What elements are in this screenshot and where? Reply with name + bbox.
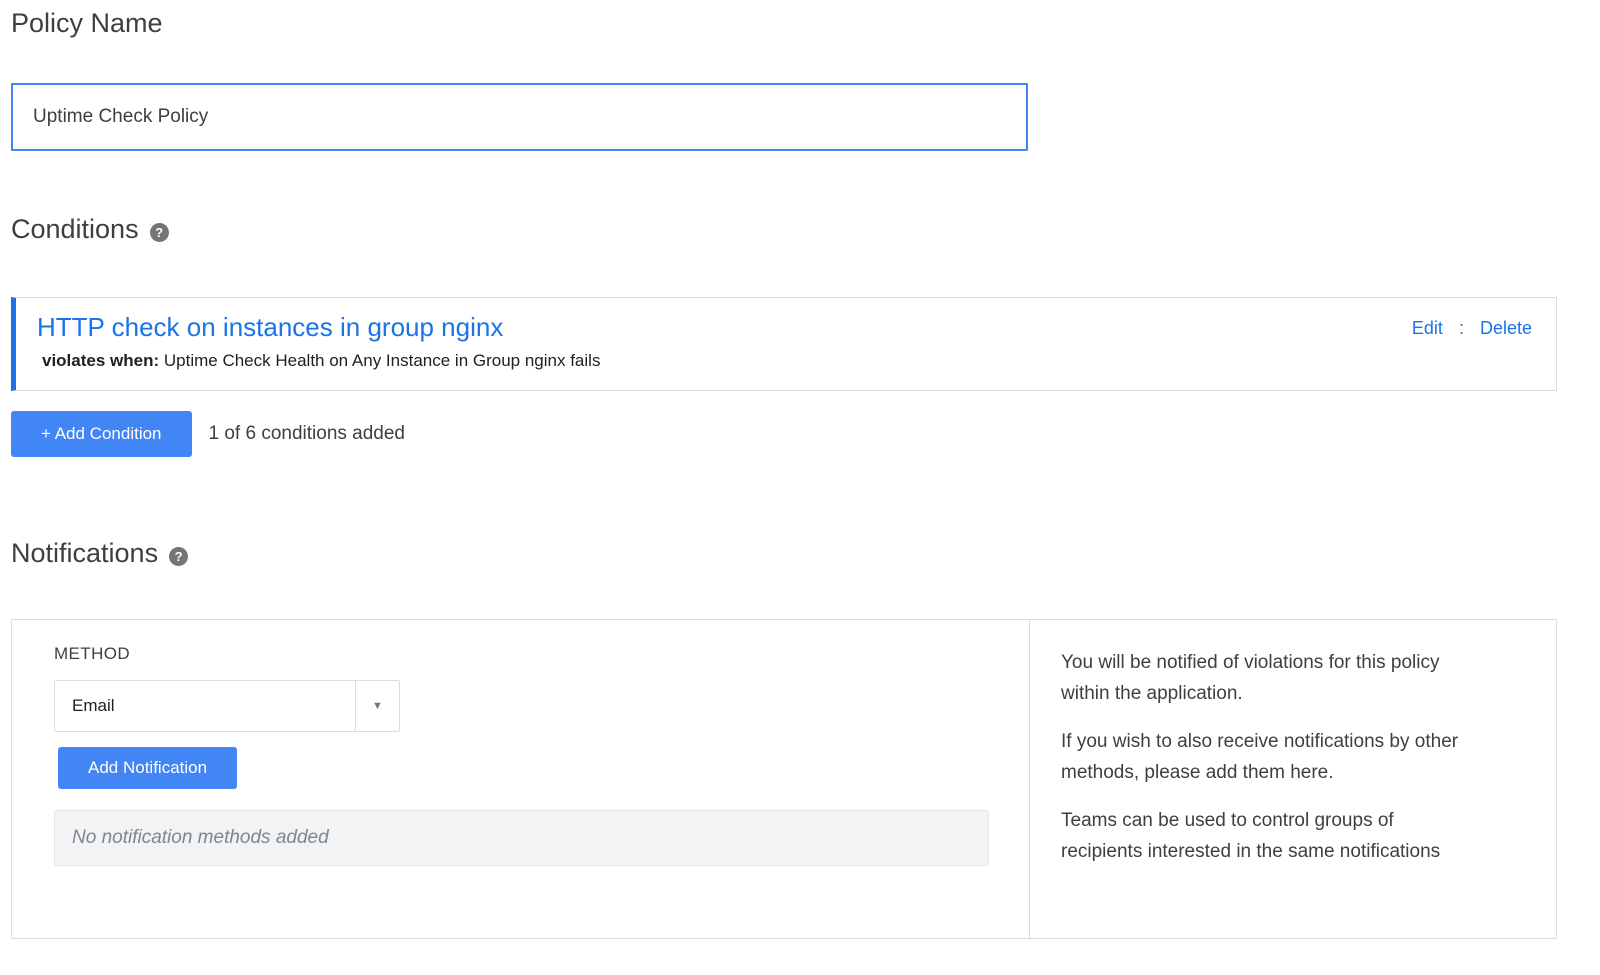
conditions-count: 1 of 6 conditions added (209, 423, 406, 445)
condition-title: HTTP check on instances in group nginx (37, 311, 600, 343)
info-paragraph: You will be notified of violations for t… (1061, 647, 1476, 709)
violates-when-label: violates when: (42, 351, 159, 370)
notifications-help-icon[interactable]: ? (169, 547, 188, 566)
method-select[interactable]: Email ▼ (54, 680, 400, 732)
notifications-panel-left: METHOD Email ▼ Add Notification No notif… (12, 620, 1029, 938)
delete-condition-link[interactable]: Delete (1480, 318, 1532, 338)
condition-card: HTTP check on instances in group nginx v… (11, 297, 1557, 391)
condition-card-main: HTTP check on instances in group nginx v… (16, 298, 600, 390)
policy-name-label-text: Policy Name (11, 8, 163, 39)
violates-when-text: Uptime Check Health on Any Instance in G… (164, 351, 601, 370)
add-condition-row: + Add Condition 1 of 6 conditions added (11, 411, 405, 457)
add-condition-button[interactable]: + Add Condition (11, 411, 192, 457)
edit-condition-link[interactable]: Edit (1412, 318, 1443, 338)
chevron-down-icon: ▼ (356, 681, 399, 731)
empty-notification-methods-box: No notification methods added (54, 810, 989, 866)
policy-name-input[interactable] (11, 83, 1028, 151)
method-label: METHOD (54, 644, 1029, 664)
notifications-heading: Notifications ? (11, 538, 188, 569)
method-select-value: Email (55, 681, 355, 731)
add-notification-button[interactable]: Add Notification (58, 747, 237, 789)
policy-name-label: Policy Name (11, 8, 163, 39)
info-paragraph: Teams can be used to control groups of r… (1061, 805, 1476, 867)
conditions-heading-text: Conditions (11, 214, 139, 245)
notifications-panel: METHOD Email ▼ Add Notification No notif… (11, 619, 1557, 939)
notifications-heading-text: Notifications (11, 538, 158, 569)
notifications-info: You will be notified of violations for t… (1029, 620, 1556, 938)
alerting-policy-page: Policy Name Conditions ? HTTP check on i… (0, 0, 1600, 975)
conditions-help-icon[interactable]: ? (150, 223, 169, 242)
condition-actions: Edit : Delete (1412, 298, 1556, 390)
edit-delete-separator: : (1459, 318, 1464, 338)
info-paragraph: If you wish to also receive notification… (1061, 726, 1476, 788)
conditions-heading: Conditions ? (11, 214, 169, 245)
condition-violates-line: violates when: Uptime Check Health on An… (42, 351, 600, 371)
